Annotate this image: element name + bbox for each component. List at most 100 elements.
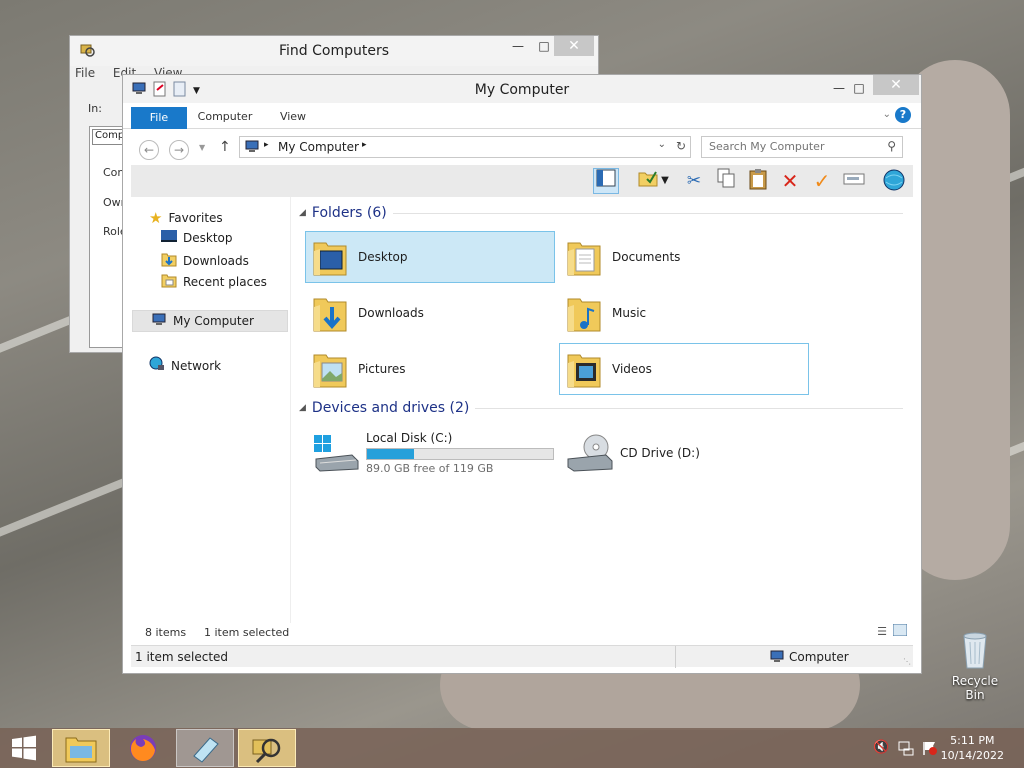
details-view-icon[interactable]: ☰ — [877, 625, 887, 638]
collapse-icon[interactable]: ◢ — [299, 208, 306, 218]
taskbar-find-computers[interactable] — [238, 729, 296, 767]
downloads-folder-icon — [312, 293, 348, 333]
start-button[interactable] — [0, 729, 48, 767]
computer-icon — [151, 313, 167, 330]
volume-muted-icon[interactable]: 🔇 — [873, 740, 889, 755]
folder-documents[interactable]: Documents — [559, 231, 809, 283]
minimize-button[interactable]: — — [504, 36, 532, 56]
maximize-button[interactable]: □ — [845, 78, 873, 98]
network-tray-icon[interactable] — [898, 740, 914, 759]
folder-downloads[interactable]: Downloads — [305, 287, 555, 339]
cut-icon[interactable]: ✂ — [681, 168, 707, 194]
search-box[interactable]: ⚲ — [701, 136, 903, 158]
computer-icon — [769, 650, 785, 667]
breadcrumb-my-computer[interactable]: My Computer — [278, 140, 359, 154]
firefox-icon — [130, 735, 156, 762]
breadcrumb-chevron-icon[interactable]: ▸ — [264, 140, 269, 150]
tab-computer[interactable]: Computer — [193, 106, 257, 128]
taskbar-firefox[interactable] — [114, 729, 172, 767]
folder-name: Desktop — [358, 250, 408, 264]
details-bar: 1 item selected Computer ⋱ — [131, 645, 913, 668]
dropdown-icon[interactable]: ▼ — [659, 168, 671, 194]
address-dropdown-icon[interactable]: ⌄ — [658, 139, 666, 150]
drive-c[interactable]: Local Disk (C:) 89.0 GB free of 119 GB — [305, 423, 555, 483]
folder-videos[interactable]: Videos — [559, 343, 809, 395]
resize-grip-icon[interactable]: ⋱ — [903, 657, 911, 666]
search-icon[interactable]: ⚲ — [887, 139, 896, 153]
collapse-icon[interactable]: ◢ — [299, 403, 306, 413]
copy-icon[interactable] — [713, 168, 739, 194]
breadcrumb-chevron-icon[interactable]: ▸ — [362, 140, 367, 150]
recycle-bin-shortcut[interactable]: Recycle Bin — [942, 630, 1008, 702]
paste-icon[interactable] — [745, 168, 771, 194]
rename-icon[interactable] — [841, 168, 867, 194]
menu-file[interactable]: File — [75, 66, 95, 80]
system-clock[interactable]: 5:11 PM 10/14/2022 — [941, 733, 1004, 763]
folder-name: Videos — [612, 362, 652, 376]
cd-drive-icon — [566, 433, 616, 473]
drive-d[interactable]: CD Drive (D:) — [559, 423, 809, 483]
ribbon-tabs: File Computer View ⌄ ? — [123, 103, 921, 129]
address-row: ← → ▼ ↑ ▸ My Computer ▸ ⌄ ↻ ⚲ — [123, 131, 921, 165]
status-bar: 8 items 1 item selected ☰ — [131, 623, 913, 643]
command-toolbar: ▼ ✂ ✕ ✓ — [131, 165, 913, 197]
ribbon-expand-icon[interactable]: ⌄ — [883, 109, 891, 120]
recent-places-icon — [161, 272, 177, 291]
item-count: 8 items — [145, 626, 187, 639]
folder-pictures[interactable]: Pictures — [305, 343, 555, 395]
nav-network[interactable]: Network — [149, 356, 221, 375]
group-folders-label: Folders (6) — [311, 205, 387, 221]
notepad-icon — [193, 737, 219, 763]
nav-favorites-label: Favorites — [168, 211, 223, 225]
drive-c-details: Local Disk (C:) 89.0 GB free of 119 GB — [366, 431, 554, 475]
my-computer-titlebar[interactable]: ▼ My Computer — □ ✕ — [123, 75, 921, 103]
details-location: Computer — [789, 650, 849, 664]
delete-icon[interactable]: ✕ — [777, 168, 803, 194]
documents-folder-icon — [566, 237, 602, 277]
group-folders[interactable]: ◢ Folders (6) — [299, 205, 903, 221]
in-label: In: — [88, 102, 102, 115]
find-computers-titlebar[interactable]: Find Computers — □ ✕ — [70, 36, 598, 66]
tab-view[interactable]: View — [273, 106, 313, 128]
rename-check-icon[interactable]: ✓ — [809, 168, 835, 194]
search-input[interactable] — [709, 140, 879, 153]
downloads-icon — [161, 251, 177, 270]
recent-locations-icon[interactable]: ▼ — [199, 143, 205, 152]
drive-usage-fill — [367, 449, 414, 459]
nav-recent-places-label: Recent places — [183, 274, 267, 289]
large-icons-view-icon[interactable] — [892, 623, 908, 639]
folder-name: Pictures — [358, 362, 406, 376]
details-selected: 1 item selected — [135, 650, 229, 664]
nav-my-computer[interactable]: My Computer — [132, 310, 288, 332]
nav-favorites[interactable]: ★ Favorites — [149, 209, 223, 227]
tab-file[interactable]: File — [131, 107, 187, 129]
music-folder-icon — [566, 293, 602, 333]
address-bar[interactable]: ▸ My Computer ▸ ⌄ ↻ — [239, 136, 691, 158]
back-button[interactable]: ← — [139, 140, 159, 160]
close-button[interactable]: ✕ — [873, 75, 919, 95]
network-globe-icon[interactable] — [881, 168, 907, 194]
divider — [675, 646, 676, 668]
group-devices[interactable]: ◢ Devices and drives (2) — [299, 400, 903, 416]
folder-desktop[interactable]: Desktop — [305, 231, 555, 283]
action-center-flag-icon[interactable] — [922, 740, 938, 759]
folder-music[interactable]: Music — [559, 287, 809, 339]
properties-folder-icon[interactable] — [635, 168, 661, 194]
refresh-icon[interactable]: ↻ — [676, 139, 686, 153]
drive-name: CD Drive (D:) — [620, 446, 700, 460]
forward-button[interactable]: → — [169, 140, 189, 160]
my-computer-window[interactable]: ▼ My Computer — □ ✕ File Computer View ⌄… — [122, 74, 922, 674]
my-computer-title: My Computer — [474, 82, 570, 98]
folder-name: Documents — [612, 250, 681, 264]
nav-recent-places[interactable]: Recent places — [161, 272, 267, 291]
preview-pane-icon[interactable] — [593, 168, 619, 194]
close-button[interactable]: ✕ — [554, 36, 594, 56]
taskbar-file-explorer[interactable] — [52, 729, 110, 767]
help-icon[interactable]: ? — [895, 107, 911, 123]
group-divider — [392, 212, 903, 214]
nav-desktop[interactable]: Desktop — [161, 230, 233, 245]
nav-downloads[interactable]: Downloads — [161, 251, 249, 270]
taskbar-notepad[interactable] — [176, 729, 234, 767]
up-button[interactable]: ↑ — [219, 139, 231, 155]
group-divider — [475, 407, 903, 409]
